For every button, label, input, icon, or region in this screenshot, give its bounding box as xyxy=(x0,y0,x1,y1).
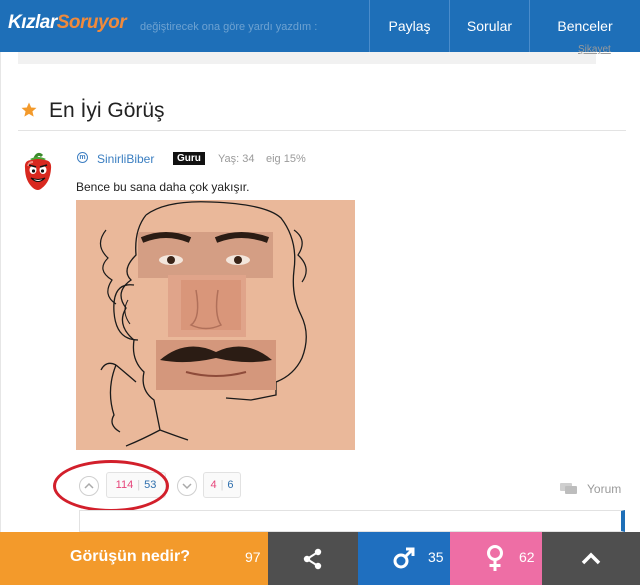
section-title: En İyi Görüş xyxy=(49,99,165,122)
chevron-down-icon xyxy=(182,483,192,490)
answer-cta-button[interactable]: Görüşün nedir? 97 xyxy=(0,532,268,585)
female-icon xyxy=(487,545,503,571)
star-icon xyxy=(21,102,37,117)
cta-label: Görüşün nedir? xyxy=(70,548,190,565)
female-count: 62 xyxy=(519,549,535,565)
section-divider xyxy=(18,130,626,131)
username-link[interactable]: SinirliBiber xyxy=(97,152,154,166)
reply-box[interactable] xyxy=(79,510,625,532)
user-stat: eig 15% xyxy=(266,153,306,165)
site-logo[interactable]: KızlarSoruyor xyxy=(8,12,127,34)
nav-sorular[interactable]: Sorular xyxy=(449,0,529,52)
comment-label[interactable]: Yorum xyxy=(587,482,621,496)
male-answers-button[interactable]: 35 xyxy=(358,532,450,585)
report-link[interactable]: Şikayet xyxy=(578,44,611,55)
user-age: Yaş: 34 xyxy=(218,153,255,165)
logo-part-1: Kızlar xyxy=(8,12,57,33)
collage-image xyxy=(76,200,355,450)
answer-text: Bence bu sana daha çok yakışır. xyxy=(76,180,250,194)
previous-answer-box xyxy=(18,52,596,64)
page: KızlarSoruyor değiştirecek ona göre yard… xyxy=(0,0,640,585)
downvote-count-male: 6 xyxy=(227,479,234,491)
male-icon xyxy=(393,547,415,569)
share-button[interactable] xyxy=(268,532,358,585)
bottom-action-bar: Görüşün nedir? 97 35 62 xyxy=(0,532,640,585)
nav-paylas[interactable]: Paylaş xyxy=(369,0,449,52)
male-count: 35 xyxy=(428,549,444,565)
content-card: Şikayet En İyi Görüş m SinirliBiber Guru… xyxy=(0,44,640,532)
female-answers-button[interactable]: 62 xyxy=(450,532,542,585)
logo-part-2: Soruyor xyxy=(56,12,127,33)
comment-icon[interactable] xyxy=(559,481,579,497)
guru-badge: Guru xyxy=(173,152,205,165)
cta-count: 97 xyxy=(245,549,261,565)
chevron-up-icon xyxy=(581,552,601,565)
downvote-count-female: 4 xyxy=(210,479,217,491)
highlight-circle xyxy=(53,460,169,512)
pepper-avatar[interactable] xyxy=(20,152,56,192)
scroll-top-button[interactable] xyxy=(542,532,640,585)
share-icon xyxy=(303,548,322,570)
downvote-count-box: 4 | 6 xyxy=(203,472,241,498)
downvote-button[interactable] xyxy=(177,476,197,496)
membership-icon: m xyxy=(77,152,88,163)
top-navbar: KızlarSoruyor değiştirecek ona göre yard… xyxy=(0,0,640,52)
faded-question-text: değiştirecek ona göre yardı yazdım : xyxy=(140,21,318,33)
